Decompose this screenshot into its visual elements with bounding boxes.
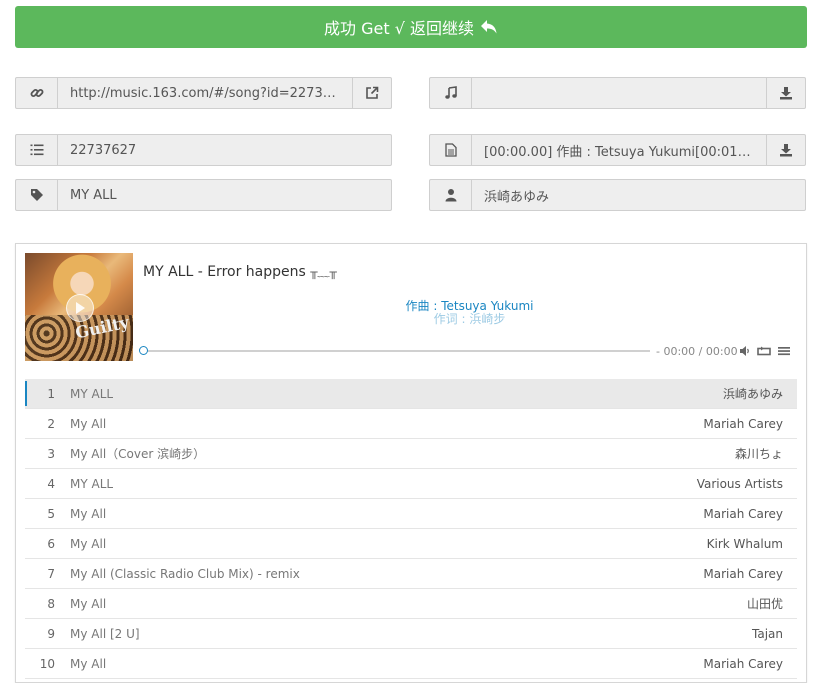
song-url-value[interactable]: http://music.163.com/#/song?id=22737627 <box>70 86 340 101</box>
lyrics-field[interactable]: [00:00.00] 作曲 : Tetsuya Yukumi[00:01.00]… <box>429 134 806 166</box>
track-title: My All（Cover 滨崎步） <box>70 447 206 461</box>
play-icon[interactable] <box>66 294 94 322</box>
track-artist: Mariah Carey <box>703 506 783 521</box>
song-title-field[interactable]: MY ALL <box>15 179 392 211</box>
playlist-item[interactable]: 2 My All Mariah Carey <box>25 409 797 439</box>
download-icon[interactable] <box>766 78 805 108</box>
track-artist: Tajan <box>752 626 783 641</box>
playlist: 1 MY ALL 浜崎あゆみ 2 My All Mariah Carey 3 M… <box>25 379 797 679</box>
track-number: 10 <box>39 656 55 671</box>
artist-value[interactable]: 浜崎あゆみ <box>484 186 549 205</box>
track-number: 5 <box>47 506 55 521</box>
progress-bar[interactable] <box>139 346 650 355</box>
lyrics-value[interactable]: [00:00.00] 作曲 : Tetsuya Yukumi[00:01.00]… <box>484 141 754 160</box>
song-url-field[interactable]: http://music.163.com/#/song?id=22737627 <box>15 77 392 109</box>
time-display: - 00:00 / 00:00 <box>656 345 738 358</box>
user-icon <box>430 180 472 210</box>
music-note-icon <box>430 78 472 108</box>
success-return-button[interactable]: 成功 Get √ 返回继续 <box>15 6 807 48</box>
track-artist: Mariah Carey <box>703 566 783 581</box>
track-number: 8 <box>47 596 55 611</box>
loop-icon[interactable] <box>757 346 771 356</box>
track-number: 4 <box>47 476 55 491</box>
player-title-text: MY ALL - Error happens <box>143 264 311 280</box>
track-artist: Mariah Carey <box>703 656 783 671</box>
track-title: My All <box>70 506 107 521</box>
track-number: 7 <box>47 566 55 581</box>
music-file-field[interactable] <box>429 77 806 109</box>
music-player: Guilty MY ALL - Error happens ╥﹏╥ 作曲 : T… <box>15 243 807 683</box>
track-title: My All <box>70 536 107 551</box>
external-link-icon[interactable] <box>352 78 391 108</box>
playlist-item[interactable]: 1 MY ALL 浜崎あゆみ <box>25 379 797 409</box>
song-title-value[interactable]: MY ALL <box>70 188 117 203</box>
track-title: MY ALL <box>70 476 114 491</box>
track-artist: 浜崎あゆみ <box>722 387 783 401</box>
song-id-value[interactable]: 22737627 <box>70 143 136 158</box>
track-title: MY ALL <box>70 386 114 401</box>
player-title-emoticon: ╥﹏╥ <box>310 265 337 279</box>
playlist-item[interactable]: 4 MY ALL Various Artists <box>25 469 797 499</box>
track-title: My All <box>70 416 107 431</box>
track-artist: Mariah Carey <box>703 416 783 431</box>
list-icon <box>16 135 58 165</box>
playlist-item[interactable]: 3 My All（Cover 滨崎步） 森川ちょ <box>25 439 797 469</box>
playlist-item[interactable]: 8 My All 山田优 <box>25 589 797 619</box>
banner-label: 成功 Get √ 返回继续 <box>324 19 474 38</box>
track-title: My All <box>70 656 107 671</box>
lyrics-download-icon[interactable] <box>766 135 805 165</box>
playlist-item[interactable]: 10 My All Mariah Carey <box>25 649 797 679</box>
track-number: 9 <box>47 626 55 641</box>
track-title: My All (Classic Radio Club Mix) - remix <box>70 566 300 581</box>
player-title: MY ALL - Error happens ╥﹏╥ <box>143 263 337 280</box>
track-number: 3 <box>47 446 55 461</box>
track-artist: 山田优 <box>746 597 783 611</box>
link-icon <box>16 78 58 108</box>
track-number: 1 <box>47 386 55 401</box>
track-title: My All [2 U] <box>70 626 140 641</box>
menu-icon[interactable] <box>778 346 790 356</box>
file-icon <box>430 135 472 165</box>
playlist-item[interactable]: 5 My All Mariah Carey <box>25 499 797 529</box>
tag-icon <box>16 180 58 210</box>
track-number: 6 <box>47 536 55 551</box>
playlist-item[interactable]: 7 My All (Classic Radio Club Mix) - remi… <box>25 559 797 589</box>
song-id-field[interactable]: 22737627 <box>15 134 392 166</box>
album-cover[interactable]: Guilty <box>25 253 133 361</box>
track-title: My All <box>70 596 107 611</box>
track-artist: Various Artists <box>696 476 783 491</box>
playlist-item[interactable]: 6 My All Kirk Whalum <box>25 529 797 559</box>
volume-icon[interactable] <box>740 346 751 356</box>
track-number: 2 <box>47 416 55 431</box>
artist-field[interactable]: 浜崎あゆみ <box>429 179 806 211</box>
track-artist: 森川ちょ <box>734 447 783 461</box>
playlist-item[interactable]: 9 My All [2 U] Tajan <box>25 619 797 649</box>
track-artist: Kirk Whalum <box>706 536 783 551</box>
reply-icon <box>480 19 498 35</box>
progress-handle[interactable] <box>139 346 148 355</box>
next-lyric: 作词 : 浜崎步 <box>433 312 506 326</box>
